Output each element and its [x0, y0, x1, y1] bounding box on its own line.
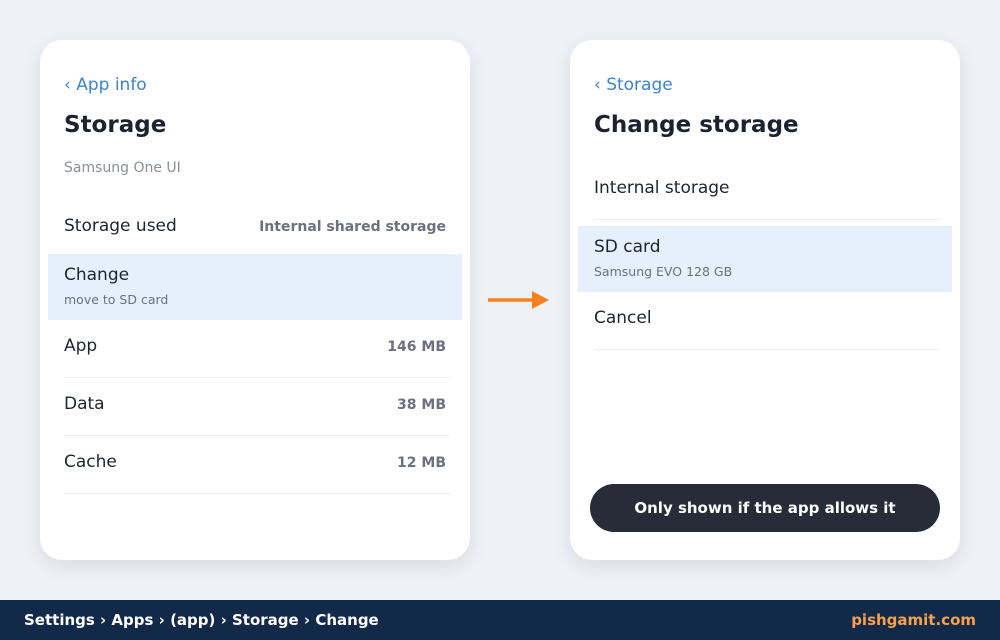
change-storage-button[interactable]: Change move to SD card: [48, 254, 462, 320]
arrow-right-icon: [488, 291, 549, 309]
row-value: 38 MB: [397, 397, 446, 413]
page-title: Change storage: [594, 112, 799, 138]
change-storage-screen: ‹ Storage Change storage Internal storag…: [570, 40, 960, 560]
page-title: Storage: [64, 112, 167, 138]
row-value: 146 MB: [387, 339, 446, 355]
page-subtitle: Samsung One UI: [64, 160, 181, 176]
data-size-row: Data 38 MB: [64, 378, 450, 436]
footer-bar: Settings › Apps › (app) › Storage › Chan…: [0, 600, 1000, 640]
row-label: App: [64, 336, 98, 356]
option-sd-card[interactable]: SD card Samsung EVO 128 GB: [578, 226, 952, 292]
option-internal-storage[interactable]: Internal storage: [594, 162, 940, 220]
row-label: Storage used: [64, 216, 177, 236]
app-size-row: App 146 MB: [64, 320, 450, 378]
brand-label: pishgamit.com: [851, 611, 976, 629]
row-sublabel: Samsung EVO 128 GB: [594, 264, 733, 279]
breadcrumb: Settings › Apps › (app) › Storage › Chan…: [24, 611, 379, 629]
back-link-storage[interactable]: ‹ Storage: [594, 75, 673, 95]
note-pill: Only shown if the app allows it: [590, 484, 940, 532]
row-value: 12 MB: [397, 455, 446, 471]
cache-size-row: Cache 12 MB: [64, 436, 450, 494]
storage-used-row: Storage used Internal shared storage: [64, 200, 450, 256]
cancel-button[interactable]: Cancel: [594, 292, 940, 350]
row-label: Cancel: [594, 308, 652, 328]
row-label: Cache: [64, 452, 117, 472]
row-value: Internal shared storage: [259, 219, 446, 235]
row-label: SD card: [594, 237, 661, 257]
row-label: Internal storage: [594, 178, 730, 198]
row-sublabel: move to SD card: [64, 292, 169, 307]
row-label: Data: [64, 394, 105, 414]
storage-screen: ‹ App info Storage Samsung One UI Storag…: [40, 40, 470, 560]
back-link-app-info[interactable]: ‹ App info: [64, 75, 147, 95]
row-label: Change: [64, 265, 130, 285]
